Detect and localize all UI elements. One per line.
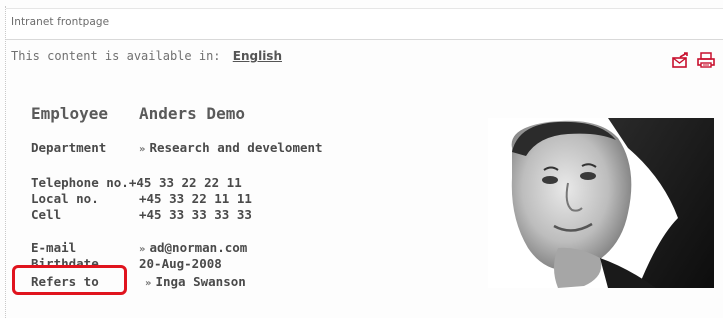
telephone-label: Telephone no.: [31, 175, 129, 190]
employee-heading: Employee Anders Demo: [31, 104, 245, 123]
local-value: +45 33 22 11 11: [139, 191, 252, 206]
link-arrow-icon: »: [139, 244, 146, 255]
link-arrow-icon: »: [145, 278, 152, 289]
page-frame: Intranet frontpage This content is avail…: [0, 0, 723, 318]
local-row: Local no. +45 33 22 11 11: [31, 191, 252, 206]
cell-value: +45 33 33 33 33: [139, 207, 252, 222]
employee-title-label: Employee: [31, 104, 109, 123]
local-label: Local no.: [31, 191, 99, 206]
link-arrow-icon: »: [139, 144, 146, 155]
email-row: E-mail » ad@norman.com: [31, 240, 247, 257]
email-link[interactable]: ad@norman.com: [149, 240, 247, 255]
language-availability: This content is available in: English: [11, 49, 282, 63]
dotted-divider: [5, 6, 6, 318]
department-row: Department » Research and develoment: [31, 140, 323, 157]
highlight-annotation: [12, 265, 127, 295]
employee-name: Anders Demo: [139, 104, 245, 123]
language-prefix: This content is available in:: [11, 49, 221, 63]
birthdate-value: 20-Aug-2008: [139, 256, 222, 271]
language-link-english[interactable]: English: [233, 49, 282, 63]
cell-label: Cell: [31, 207, 62, 222]
department-label: Department: [31, 140, 107, 155]
send-email-icon[interactable]: [672, 52, 690, 68]
employee-photo: [488, 118, 714, 288]
cell-row: Cell +45 33 33 33 33: [31, 207, 252, 222]
refers-link[interactable]: Inga Swanson: [155, 274, 245, 289]
telephone-value: +45 33 22 22 11: [128, 175, 242, 190]
print-icon[interactable]: [697, 52, 715, 68]
department-link[interactable]: Research and develoment: [149, 140, 322, 155]
breadcrumb-link[interactable]: Intranet frontpage: [11, 16, 109, 28]
email-label: E-mail: [31, 240, 77, 255]
breadcrumb-bar: [6, 8, 723, 40]
telephone-row: Telephone no.+45 33 22 22 11: [31, 175, 242, 190]
